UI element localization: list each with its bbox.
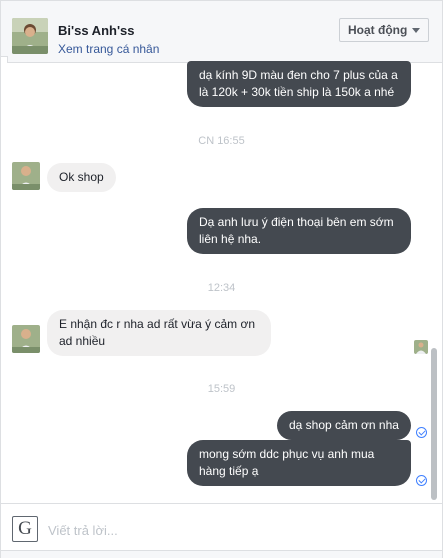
seen-avatar [414, 340, 428, 354]
timestamp: 12:34 [207, 282, 236, 294]
contact-avatar[interactable] [12, 325, 40, 353]
incoming-message: Ok shop [47, 163, 116, 192]
sent-check-icon [416, 475, 427, 486]
incoming-message: E nhận đc r nha ad rất vừa ý cảm ơn ad n… [47, 310, 271, 356]
timestamp: CN 16:55 [198, 135, 245, 147]
timestamp: 15:59 [207, 383, 236, 395]
outgoing-message: dạ kính 9D màu đen cho 7 plus của a là 1… [187, 61, 411, 107]
contact-avatar[interactable] [12, 162, 40, 190]
sent-check-icon [416, 427, 427, 438]
bottom-divider [1, 550, 442, 558]
g-logo-icon: G [12, 516, 38, 542]
status-dropdown-button[interactable]: Hoạt động [339, 18, 429, 42]
view-profile-link[interactable]: Xem trang cá nhân [58, 42, 159, 56]
chat-window: Bi'ss Anh'ss Xem trang cá nhân Hoạt động… [0, 0, 443, 558]
reply-input[interactable] [48, 520, 428, 540]
chat-header: Bi'ss Anh'ss Xem trang cá nhân Hoạt động [1, 1, 442, 63]
scrollbar-thumb[interactable] [431, 348, 437, 500]
composer: G [1, 503, 442, 550]
message-list: dạ kính 9D màu đen cho 7 plus của a là 1… [1, 61, 442, 503]
outgoing-message: Dạ anh lưu ý điện thoại bên em sớm liên … [187, 208, 411, 254]
outgoing-message: mong sớm ddc phục vụ anh mua hàng tiếp ạ [187, 440, 411, 486]
outgoing-message: dạ shop cảm ơn nha [277, 411, 411, 440]
chevron-down-icon [412, 27, 421, 33]
profile-name[interactable]: Bi'ss Anh'ss [58, 23, 135, 38]
profile-avatar[interactable] [12, 18, 48, 54]
status-label: Hoạt động [348, 23, 408, 37]
